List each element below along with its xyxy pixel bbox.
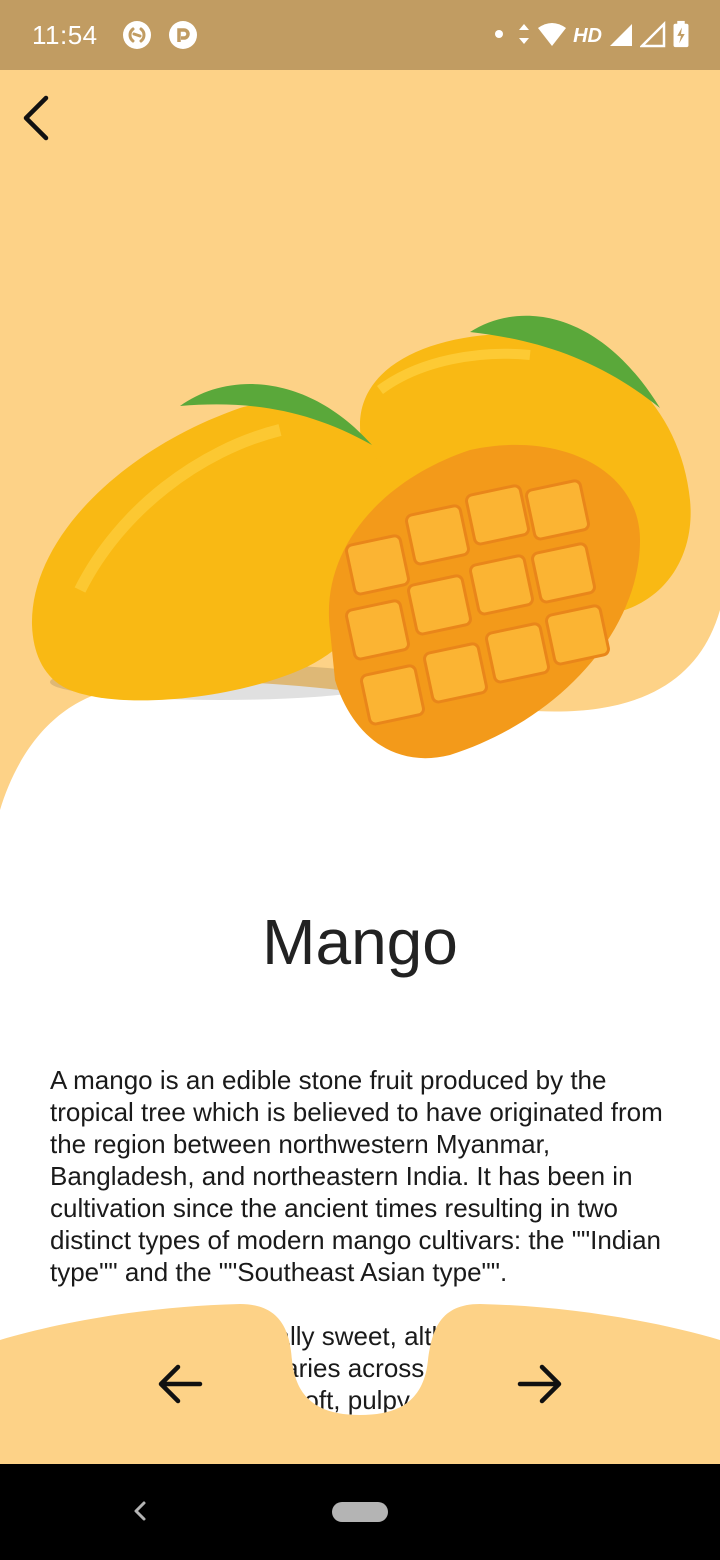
system-back-button[interactable] (124, 1494, 154, 1528)
bottom-navigation-bar (0, 1300, 720, 1464)
home-pill-icon[interactable] (332, 1502, 388, 1522)
arrow-right-icon (517, 1364, 562, 1404)
battery-charging-icon (672, 20, 690, 53)
system-navigation-bar (0, 1464, 720, 1560)
shazam-icon (122, 20, 152, 55)
data-arrows-icon (517, 20, 531, 53)
signal-icon (608, 20, 634, 53)
wifi-icon (537, 20, 567, 53)
triangle-back-icon (134, 1501, 146, 1521)
network-type-label: HD (573, 25, 602, 47)
hero-section (0, 70, 720, 850)
status-time: 11:54 (32, 20, 98, 50)
arrow-left-icon (158, 1364, 203, 1404)
fruit-title: Mango (262, 906, 458, 978)
status-bar: 11:54 HD (0, 0, 720, 70)
description-paragraph: A mango is an edible stone fruit produce… (50, 1065, 663, 1287)
signal-icon (638, 20, 666, 53)
pocket-casts-icon (168, 20, 198, 55)
chevron-left-icon (23, 95, 49, 141)
previous-fruit-button[interactable] (152, 1356, 208, 1412)
hero-background (0, 70, 720, 810)
back-button[interactable] (12, 88, 64, 148)
notification-dot-icon (491, 20, 511, 53)
next-fruit-button[interactable] (512, 1356, 568, 1412)
